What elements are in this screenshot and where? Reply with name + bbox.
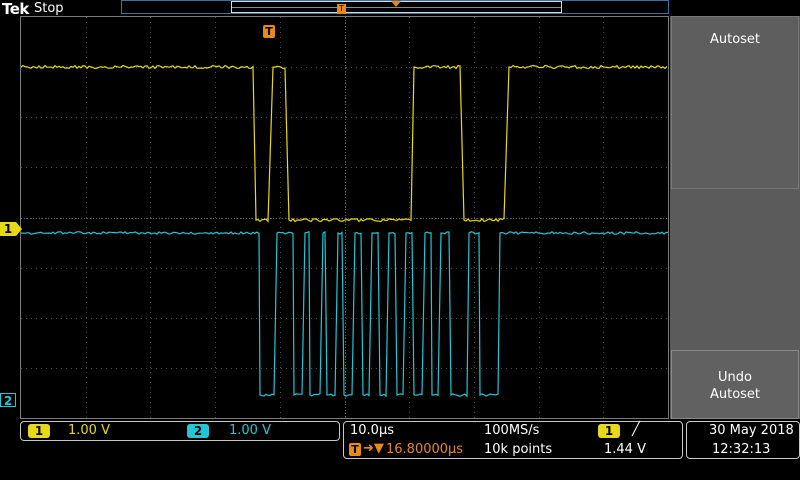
horizontal-scale: 10.0µs	[350, 423, 394, 438]
graticule-svg	[21, 17, 668, 418]
trigger-arrow-icon: ➜▼	[363, 441, 384, 456]
ch2-ground-marker[interactable]: 2	[0, 393, 16, 407]
rising-edge-icon: ╱	[632, 422, 640, 437]
ch1-scale: 1.00 V	[68, 423, 110, 438]
undo-label: Undo	[672, 369, 798, 386]
trigger-level: 1.44 V	[604, 442, 646, 457]
ch1-ground-marker[interactable]: 1	[0, 222, 16, 236]
trigger-position: 16.80000µs	[386, 442, 463, 457]
side-menu: Autoset Undo Autoset	[670, 16, 800, 419]
trigger-source-badge[interactable]: 1	[598, 424, 620, 438]
trigger-position-icon[interactable]: T	[263, 25, 275, 38]
waveform-display[interactable]	[20, 16, 669, 419]
undo-autoset-label: Autoset	[672, 386, 798, 403]
ch1-badge[interactable]: 1	[28, 424, 50, 438]
sample-rate: 100MS/s	[484, 423, 539, 438]
acquisition-state: Stop	[34, 1, 64, 16]
time-text: 12:32:13	[712, 442, 770, 457]
undo-autoset-button[interactable]: Undo Autoset	[671, 350, 799, 419]
autoset-label: Autoset	[672, 31, 798, 48]
overview-center-marker-icon	[391, 1, 401, 7]
trigger-offset-icon: T	[349, 443, 361, 456]
autoset-button[interactable]: Autoset	[671, 16, 799, 189]
date-text: 30 May 2018	[709, 423, 794, 438]
ch2-scale: 1.00 V	[229, 423, 271, 438]
ch2-badge[interactable]: 2	[187, 424, 209, 438]
overview-trigger-icon: T	[337, 4, 346, 14]
record-length: 10k points	[484, 442, 552, 457]
